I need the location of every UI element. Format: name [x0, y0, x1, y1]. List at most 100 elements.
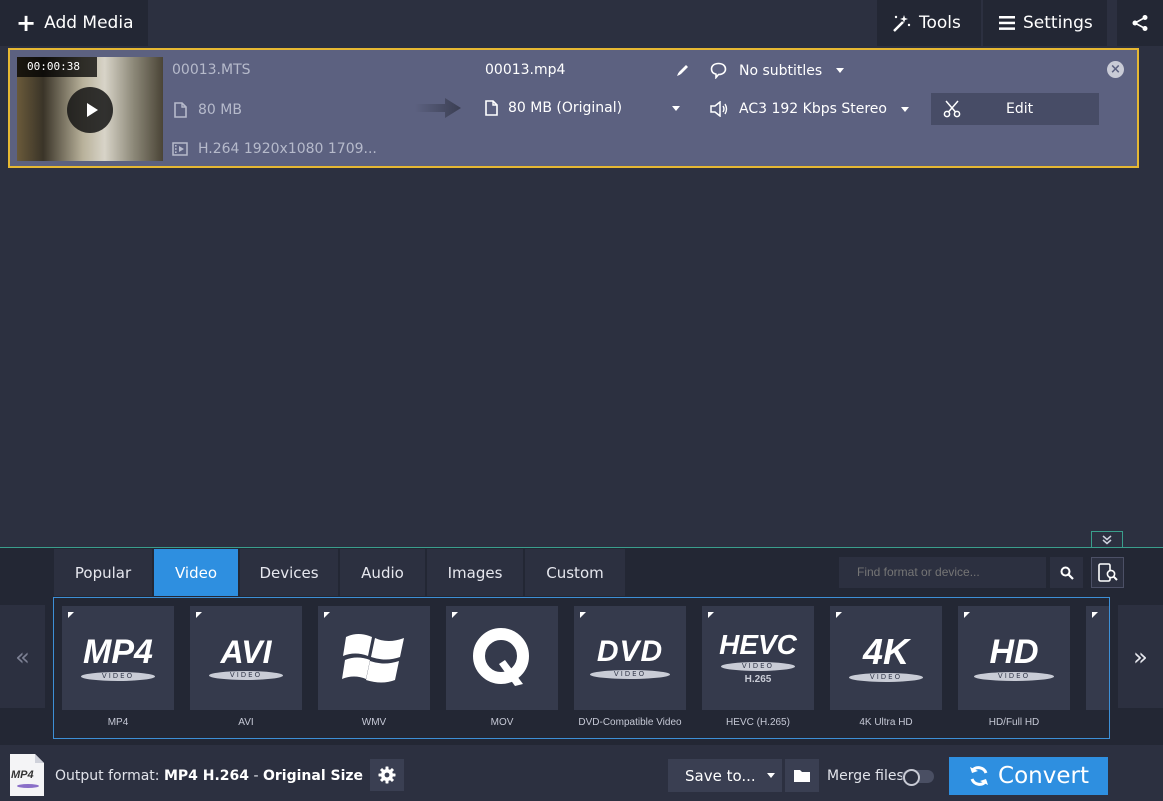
media-file-row[interactable]: 00:00:38 00013.MTS 80 MB H.264 1920x1080…	[8, 48, 1139, 168]
format-partial[interactable]	[1086, 606, 1109, 710]
hd-logo-text: HD	[989, 633, 1039, 671]
remove-file-icon[interactable]: ×	[1107, 61, 1124, 78]
format-label: WMV	[361, 717, 387, 728]
audio-track-dropdown[interactable]: AC3 192 Kbps Stereo	[710, 101, 909, 117]
tab-images[interactable]: Images	[427, 549, 523, 596]
formats-next-button[interactable]: »	[1118, 605, 1163, 708]
format-avi[interactable]: AVI VIDEO AVI	[190, 606, 302, 728]
hevc-logo-subtext: VIDEO	[720, 662, 795, 671]
convert-arrow-icon	[415, 98, 461, 118]
output-format-text[interactable]: Output format: MP4 H.264 - Original Size	[55, 768, 363, 784]
output-size-dropdown[interactable]: 80 MB (Original)	[485, 100, 681, 116]
folder-icon	[794, 770, 810, 782]
tab-custom[interactable]: Custom	[525, 549, 625, 596]
edit-button[interactable]: Edit	[931, 93, 1099, 125]
scissors-icon	[943, 100, 961, 118]
add-media-label: Add Media	[44, 13, 134, 33]
partial-format-tile	[1086, 606, 1109, 710]
output-size-value: Original Size	[263, 768, 364, 784]
tab-popular[interactable]: Popular	[54, 549, 152, 596]
avi-logo-text: AVI	[220, 634, 272, 670]
merge-files-label: Merge files	[827, 768, 904, 784]
search-icon	[1060, 566, 1074, 580]
detect-device-button[interactable]	[1091, 557, 1124, 588]
badge-oval	[17, 784, 39, 788]
convert-button[interactable]: Convert	[949, 757, 1108, 795]
format-dvd[interactable]: DVD VIDEO DVD-Compatible Video	[574, 606, 686, 728]
chevron-down-icon	[900, 106, 909, 112]
chevron-down-icon	[836, 68, 845, 73]
quicktime-logo-icon	[473, 628, 529, 686]
mp4-logo: MP4 VIDEO	[62, 606, 174, 710]
share-icon	[1132, 15, 1148, 31]
status-bar: MP4 Output format: MP4 H.264 - Original …	[0, 749, 1163, 801]
tools-button[interactable]: Tools	[877, 0, 981, 46]
dvd-logo-text: DVD	[596, 635, 664, 668]
format-hevc[interactable]: HEVC VIDEO H.265 HEVC (H.265)	[702, 606, 814, 728]
tab-devices[interactable]: Devices	[240, 549, 338, 596]
settings-button[interactable]: Settings	[983, 0, 1107, 46]
video-thumbnail[interactable]: 00:00:38	[17, 57, 163, 161]
convert-label: Convert	[998, 763, 1089, 789]
collapse-panel-button[interactable]	[1091, 531, 1123, 548]
format-label: MP4	[107, 717, 129, 728]
mp4-logo-subtext: VIDEO	[81, 672, 155, 681]
chevron-down-icon	[766, 773, 775, 778]
output-format-value: MP4 H.264	[163, 768, 250, 784]
format-4k[interactable]: 4K VIDEO 4K Ultra HD	[830, 606, 942, 728]
format-settings-button[interactable]	[370, 759, 404, 791]
hevc-logo-text: HEVC	[719, 629, 797, 660]
subtitles-dropdown[interactable]: No subtitles	[710, 62, 845, 79]
hevc-logo: HEVC VIDEO H.265	[702, 606, 814, 710]
format-label: HD/Full HD	[988, 717, 1040, 728]
open-folder-button[interactable]	[785, 759, 819, 792]
double-chevron-down-icon	[1102, 535, 1112, 545]
file-icon	[485, 100, 498, 116]
output-file-name[interactable]: 00013.mp4	[485, 62, 565, 78]
save-to-dropdown[interactable]: Save to...	[668, 759, 782, 792]
tab-audio[interactable]: Audio	[340, 549, 425, 596]
format-hd[interactable]: HD VIDEO HD/Full HD	[958, 606, 1070, 728]
output-format-prefix: Output format:	[55, 768, 164, 784]
file-icon	[174, 102, 187, 118]
share-button[interactable]	[1117, 0, 1163, 46]
refresh-icon	[970, 766, 989, 786]
audio-track-label: AC3 192 Kbps Stereo	[739, 101, 887, 117]
formats-prev-button[interactable]: «	[0, 605, 45, 708]
edit-label: Edit	[1006, 101, 1034, 117]
dvd-logo: DVD VIDEO	[574, 606, 686, 710]
search-button[interactable]	[1050, 557, 1083, 588]
tab-video[interactable]: Video	[154, 549, 238, 596]
film-icon	[172, 142, 188, 156]
output-size-label: 80 MB (Original)	[508, 100, 623, 116]
menu-icon	[999, 16, 1015, 30]
source-file-size: 80 MB	[198, 102, 242, 118]
output-format-separator: -	[249, 768, 263, 784]
magic-wand-icon	[893, 15, 911, 32]
format-mp4[interactable]: MP4 VIDEO MP4	[62, 606, 174, 728]
format-label: AVI	[238, 717, 254, 728]
format-mov[interactable]: MOV	[446, 606, 558, 728]
hevc-logo-extra: H.265	[744, 674, 772, 685]
speech-bubble-icon	[710, 62, 727, 79]
play-icon[interactable]	[67, 87, 113, 133]
settings-label: Settings	[1023, 13, 1093, 33]
source-codec-info: H.264 1920x1080 1709...	[198, 141, 377, 157]
format-label: DVD-Compatible Video	[578, 717, 682, 728]
source-file-name: 00013.MTS	[172, 62, 251, 78]
save-to-label: Save to...	[685, 766, 756, 785]
format-list: MP4 VIDEO MP4 AVI VIDEO AVI WMV MOV DVD VID…	[53, 597, 1110, 739]
speaker-icon	[710, 101, 728, 117]
avi-logo: AVI VIDEO	[190, 606, 302, 710]
format-label: MOV	[490, 717, 514, 728]
format-search-input[interactable]	[839, 557, 1046, 588]
4k-logo: 4K VIDEO	[830, 606, 942, 710]
tools-label: Tools	[919, 13, 961, 33]
dvd-logo-subtext: VIDEO	[590, 670, 670, 679]
hd-logo: HD VIDEO	[958, 606, 1070, 710]
subtitles-label: No subtitles	[739, 62, 823, 79]
add-media-button[interactable]: + Add Media	[0, 0, 148, 46]
rename-pencil-icon[interactable]	[676, 63, 690, 77]
merge-files-toggle[interactable]	[902, 769, 934, 786]
format-wmv[interactable]: WMV	[318, 606, 430, 728]
